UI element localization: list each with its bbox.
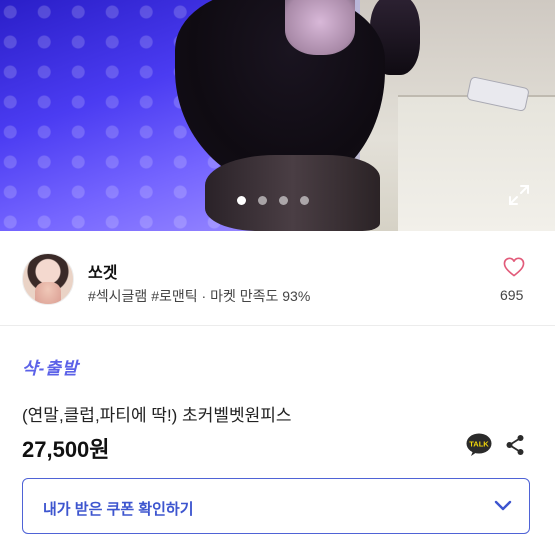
heart-icon[interactable] [503, 257, 525, 277]
hero-model-torso [285, 0, 355, 55]
product-price: 27,500원 [22, 437, 110, 462]
share-icon[interactable] [505, 434, 525, 456]
carousel-dot[interactable] [279, 196, 288, 205]
carousel-dot[interactable] [300, 196, 309, 205]
hero-sofa-seat [398, 95, 555, 231]
seller-tags: #섹시글램 #로맨틱 · 마켓 만족도 93% [88, 288, 311, 304]
seller-name[interactable]: 쏘겟 [88, 259, 117, 283]
seller-row[interactable]: 쏘겟 #섹시글램 #로맨틱 · 마켓 만족도 93% [0, 231, 555, 326]
coupon-check-label: 내가 받은 쿠폰 확인하기 [43, 501, 194, 518]
hero-model-leg [205, 155, 380, 231]
carousel-dot[interactable] [258, 196, 267, 205]
kakao-talk-icon[interactable]: TALK [466, 433, 492, 457]
product-title: (연말,클럽,파티에 딱!) 초커벨벳원피스 [22, 406, 292, 425]
carousel-dot[interactable] [237, 196, 246, 205]
expand-icon[interactable] [508, 184, 530, 206]
like-count: 695 [500, 287, 524, 303]
chevron-down-icon [494, 500, 512, 511]
coupon-check-button[interactable]: 내가 받은 쿠폰 확인하기 [22, 478, 530, 534]
carousel-indicator [237, 196, 309, 205]
seller-avatar[interactable] [22, 253, 74, 305]
shipping-badge: 샥-출발 [22, 359, 79, 378]
kakao-talk-label: TALK [469, 440, 489, 449]
product-image-carousel[interactable] [0, 0, 555, 231]
